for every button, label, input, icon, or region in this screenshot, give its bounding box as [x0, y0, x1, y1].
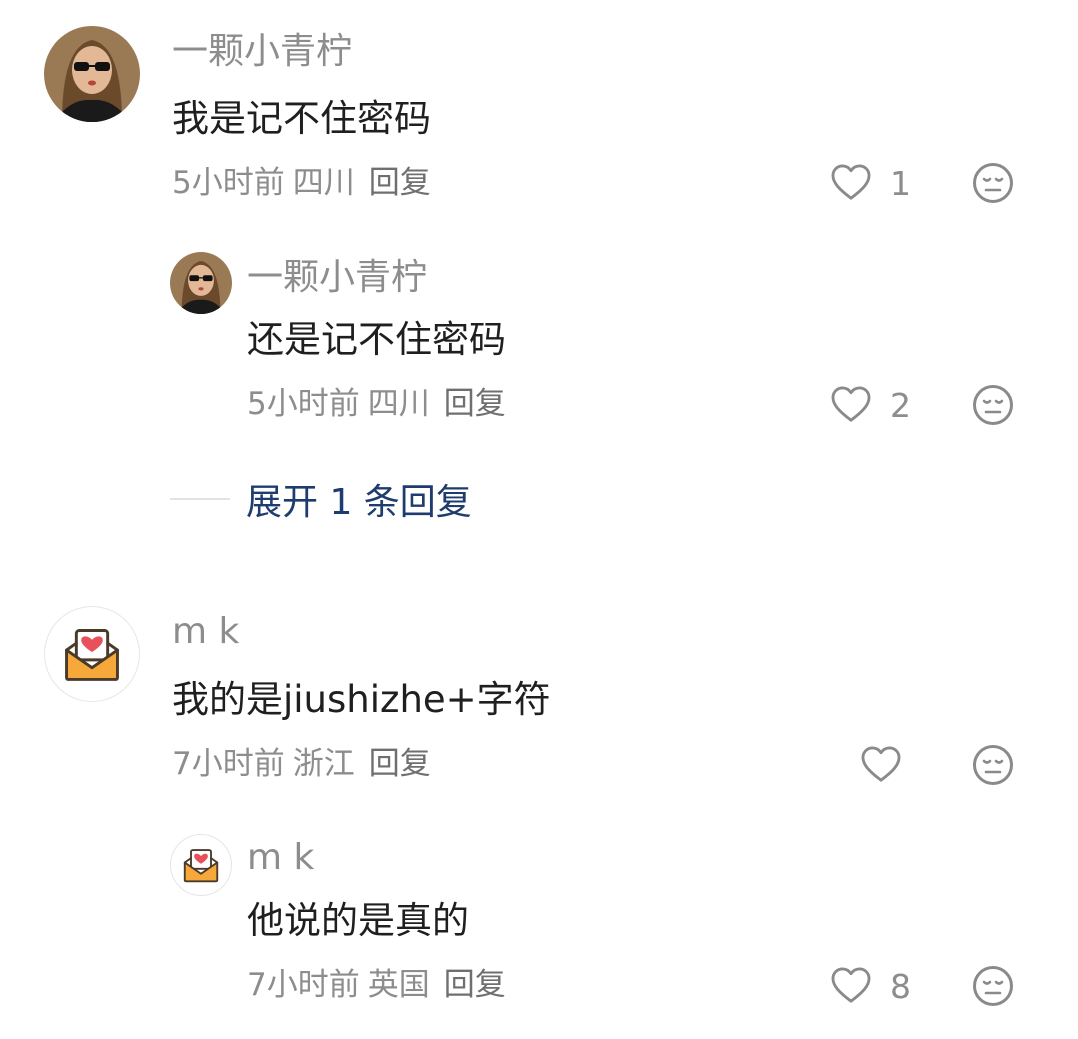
dislike-button[interactable] — [972, 384, 1014, 426]
reply-button[interactable]: 回复 — [444, 386, 506, 422]
username[interactable]: m k — [247, 836, 314, 880]
like-button[interactable]: 1 — [830, 160, 950, 206]
reply-item: m k 他说的是真的 7小时前 英国 回复 8 — [0, 820, 1078, 1030]
divider — [170, 498, 230, 500]
dislike-button[interactable] — [972, 744, 1014, 786]
location: 四川 — [367, 386, 430, 422]
location: 英国 — [367, 967, 430, 1003]
like-button[interactable] — [860, 742, 920, 788]
expand-replies-button[interactable]: 展开 1 条回复 — [170, 474, 770, 524]
comment-text: 还是记不住密码 — [247, 318, 506, 361]
heart-icon — [831, 386, 871, 422]
reply-button[interactable]: 回复 — [444, 967, 506, 1003]
like-count: 8 — [890, 966, 911, 1006]
dislike-button[interactable] — [972, 162, 1014, 204]
heart-icon — [831, 164, 871, 200]
meh-face-icon — [973, 745, 1013, 785]
location: 浙江 — [292, 746, 355, 782]
comment-meta: 7小时前 英国 回复 — [247, 965, 514, 1005]
comment-meta: 5小时前 四川 回复 — [247, 384, 514, 424]
reply-button[interactable]: 回复 — [369, 746, 431, 782]
timestamp: 7小时前 — [247, 967, 360, 1003]
avatar[interactable] — [44, 26, 140, 122]
username[interactable]: m k — [172, 610, 239, 654]
avatar[interactable] — [170, 834, 232, 896]
avatar[interactable] — [44, 606, 140, 702]
timestamp: 5小时前 — [247, 386, 360, 422]
username[interactable]: 一颗小青柠 — [247, 256, 427, 300]
meh-face-icon — [973, 385, 1013, 425]
location: 四川 — [292, 165, 355, 201]
reply-button[interactable]: 回复 — [369, 165, 431, 201]
meh-face-icon — [973, 163, 1013, 203]
photo-avatar-icon — [44, 26, 140, 122]
reply-item: 一颗小青柠 还是记不住密码 5小时前 四川 回复 2 — [0, 240, 1078, 440]
like-button[interactable]: 2 — [830, 382, 950, 428]
meh-face-icon — [973, 966, 1013, 1006]
like-button[interactable]: 8 — [830, 963, 950, 1009]
comment-text: 他说的是真的 — [247, 899, 469, 942]
comment-text: 我是记不住密码 — [172, 97, 431, 140]
comment-meta: 5小时前 四川 回复 — [172, 163, 439, 203]
photo-avatar-icon — [170, 252, 232, 314]
like-count: 2 — [890, 385, 911, 425]
timestamp: 7小时前 — [172, 746, 285, 782]
comment-meta: 7小时前 浙江 回复 — [172, 744, 439, 784]
timestamp: 5小时前 — [172, 165, 285, 201]
username[interactable]: 一颗小青柠 — [172, 30, 352, 74]
dislike-button[interactable] — [972, 965, 1014, 1007]
heart-icon — [861, 746, 901, 782]
like-count: 1 — [890, 163, 911, 203]
comment-item: m k 我的是jiushizhe+字符 7小时前 浙江 回复 — [0, 600, 1078, 810]
avatar[interactable] — [170, 252, 232, 314]
expand-replies-label[interactable]: 展开 1 条回复 — [246, 473, 472, 525]
comment-text: 我的是jiushizhe+字符 — [172, 678, 551, 721]
envelope-heart-icon — [183, 849, 219, 883]
heart-icon — [831, 967, 871, 1003]
envelope-heart-icon — [65, 629, 119, 681]
comment-item: 一颗小青柠 我是记不住密码 5小时前 四川 回复 1 — [0, 0, 1078, 220]
